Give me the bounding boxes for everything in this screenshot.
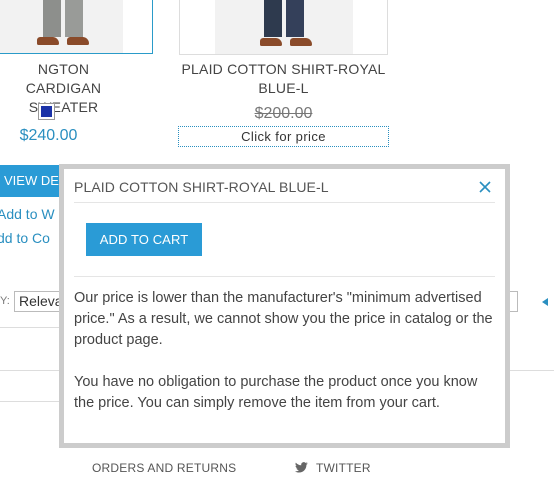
shoe bbox=[290, 38, 312, 46]
product-image-plaid-shirt[interactable] bbox=[179, 0, 388, 55]
color-swatch-blue[interactable] bbox=[38, 103, 55, 120]
shoe bbox=[260, 38, 282, 46]
divider bbox=[0, 401, 60, 402]
no-obligation-text: You have no obligation to purchase the p… bbox=[74, 374, 478, 411]
add-to-compare-link[interactable]: dd to Co bbox=[0, 230, 60, 246]
product-old-price: $200.00 bbox=[254, 105, 313, 122]
product-name-plaid-shirt[interactable]: PLAID COTTON SHIRT-ROYAL BLUE-L bbox=[179, 60, 388, 98]
map-explanation-text: Our price is lower than the manufacturer… bbox=[74, 290, 493, 348]
shoe bbox=[67, 37, 89, 45]
product-name-cardigan[interactable]: NGTON CARDIGAN SWEATER bbox=[0, 60, 127, 117]
previous-page-icon[interactable] bbox=[542, 298, 548, 306]
modal-header-divider bbox=[74, 202, 495, 203]
orders-and-returns-link[interactable]: ORDERS AND RETURNS bbox=[92, 461, 236, 475]
pant-leg bbox=[286, 0, 304, 37]
view-details-button[interactable]: VIEW DE bbox=[0, 165, 60, 197]
close-icon[interactable] bbox=[478, 180, 492, 194]
pant-leg bbox=[65, 0, 83, 37]
swatch-fill bbox=[41, 106, 52, 117]
add-to-wishlist-link[interactable]: Add to W bbox=[0, 206, 60, 222]
add-to-cart-button[interactable]: ADD TO CART bbox=[86, 223, 202, 256]
product-name-line[interactable]: NGTON CARDIGAN bbox=[0, 60, 127, 98]
price-info-modal: PLAID COTTON SHIRT-ROYAL BLUE-L ADD TO C… bbox=[59, 164, 510, 448]
twitter-icon[interactable] bbox=[295, 462, 308, 473]
product-photo bbox=[0, 0, 123, 53]
pant-leg bbox=[43, 0, 61, 37]
sort-by-label: Y: bbox=[0, 295, 10, 307]
sort-by-select[interactable]: Releva bbox=[14, 291, 60, 312]
product-image-cardigan[interactable] bbox=[0, 0, 153, 54]
product-price: $240.00 bbox=[19, 127, 78, 144]
product-name-line[interactable]: SWEATER bbox=[0, 98, 127, 117]
product-photo bbox=[215, 0, 353, 54]
click-for-price-button[interactable]: Click for price bbox=[178, 126, 389, 147]
twitter-link[interactable]: TWITTER bbox=[316, 461, 371, 475]
modal-body-divider bbox=[74, 276, 495, 277]
product-name-line[interactable]: PLAID COTTON SHIRT-ROYAL bbox=[179, 60, 388, 79]
modal-title: PLAID COTTON SHIRT-ROYAL BLUE-L bbox=[74, 179, 329, 195]
pant-leg bbox=[264, 0, 282, 37]
product-name-line[interactable]: BLUE-L bbox=[179, 79, 388, 98]
shoe bbox=[37, 37, 59, 45]
divider bbox=[0, 327, 60, 328]
